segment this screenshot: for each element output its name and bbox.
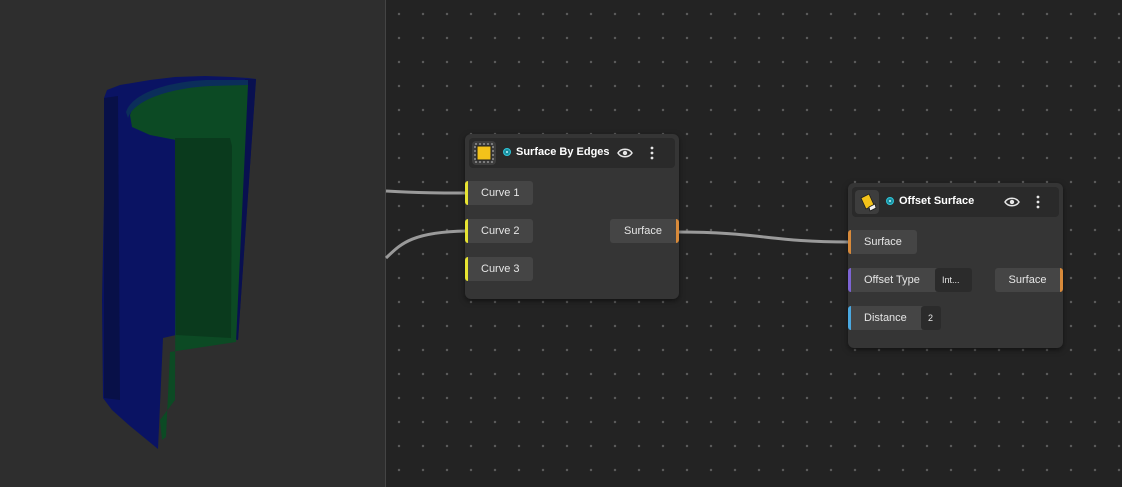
node-offset-surface[interactable]: Offset Surface Surface Offset Type Int..… (848, 183, 1063, 348)
offset-surface-icon (855, 190, 879, 214)
3d-viewport[interactable] (0, 0, 385, 487)
input-port-curve-1[interactable]: Curve 1 (465, 181, 533, 205)
more-vertical-icon[interactable] (1028, 192, 1048, 212)
input-port-curve-3[interactable]: Curve 3 (465, 257, 533, 281)
node-surface-by-edges[interactable]: Surface By Edges Curve 1 Curve 2 Curve 3… (465, 134, 679, 299)
surface-preview-3d (102, 76, 256, 449)
node-title: Offset Surface (899, 195, 975, 207)
input-port-distance[interactable]: Distance 2 (848, 306, 941, 330)
outer-surface-shade (104, 96, 120, 400)
input-port-surface[interactable]: Surface (848, 230, 917, 254)
more-vertical-icon[interactable] (642, 143, 662, 163)
input-port-curve-2[interactable]: Curve 2 (465, 219, 533, 243)
node-header[interactable]: Offset Surface (852, 187, 1059, 217)
output-port-surface[interactable]: Surface (610, 219, 679, 243)
eye-icon[interactable] (1002, 192, 1022, 212)
node-header[interactable]: Surface By Edges (469, 138, 675, 168)
output-port-surface[interactable]: Surface (995, 268, 1063, 292)
inner-surface-shadow (175, 138, 232, 338)
eye-icon[interactable] (615, 143, 635, 163)
surface-square-icon (472, 141, 496, 165)
distance-input[interactable]: 2 (921, 306, 941, 330)
port-label: Offset Type (864, 274, 920, 286)
node-title: Surface By Edges (516, 146, 610, 158)
status-dot-icon (886, 197, 894, 205)
status-dot-icon (503, 148, 511, 156)
offset-type-select[interactable]: Int... (935, 268, 972, 292)
port-label: Distance (864, 312, 907, 324)
input-port-offset-type[interactable]: Offset Type Int... (848, 268, 972, 292)
